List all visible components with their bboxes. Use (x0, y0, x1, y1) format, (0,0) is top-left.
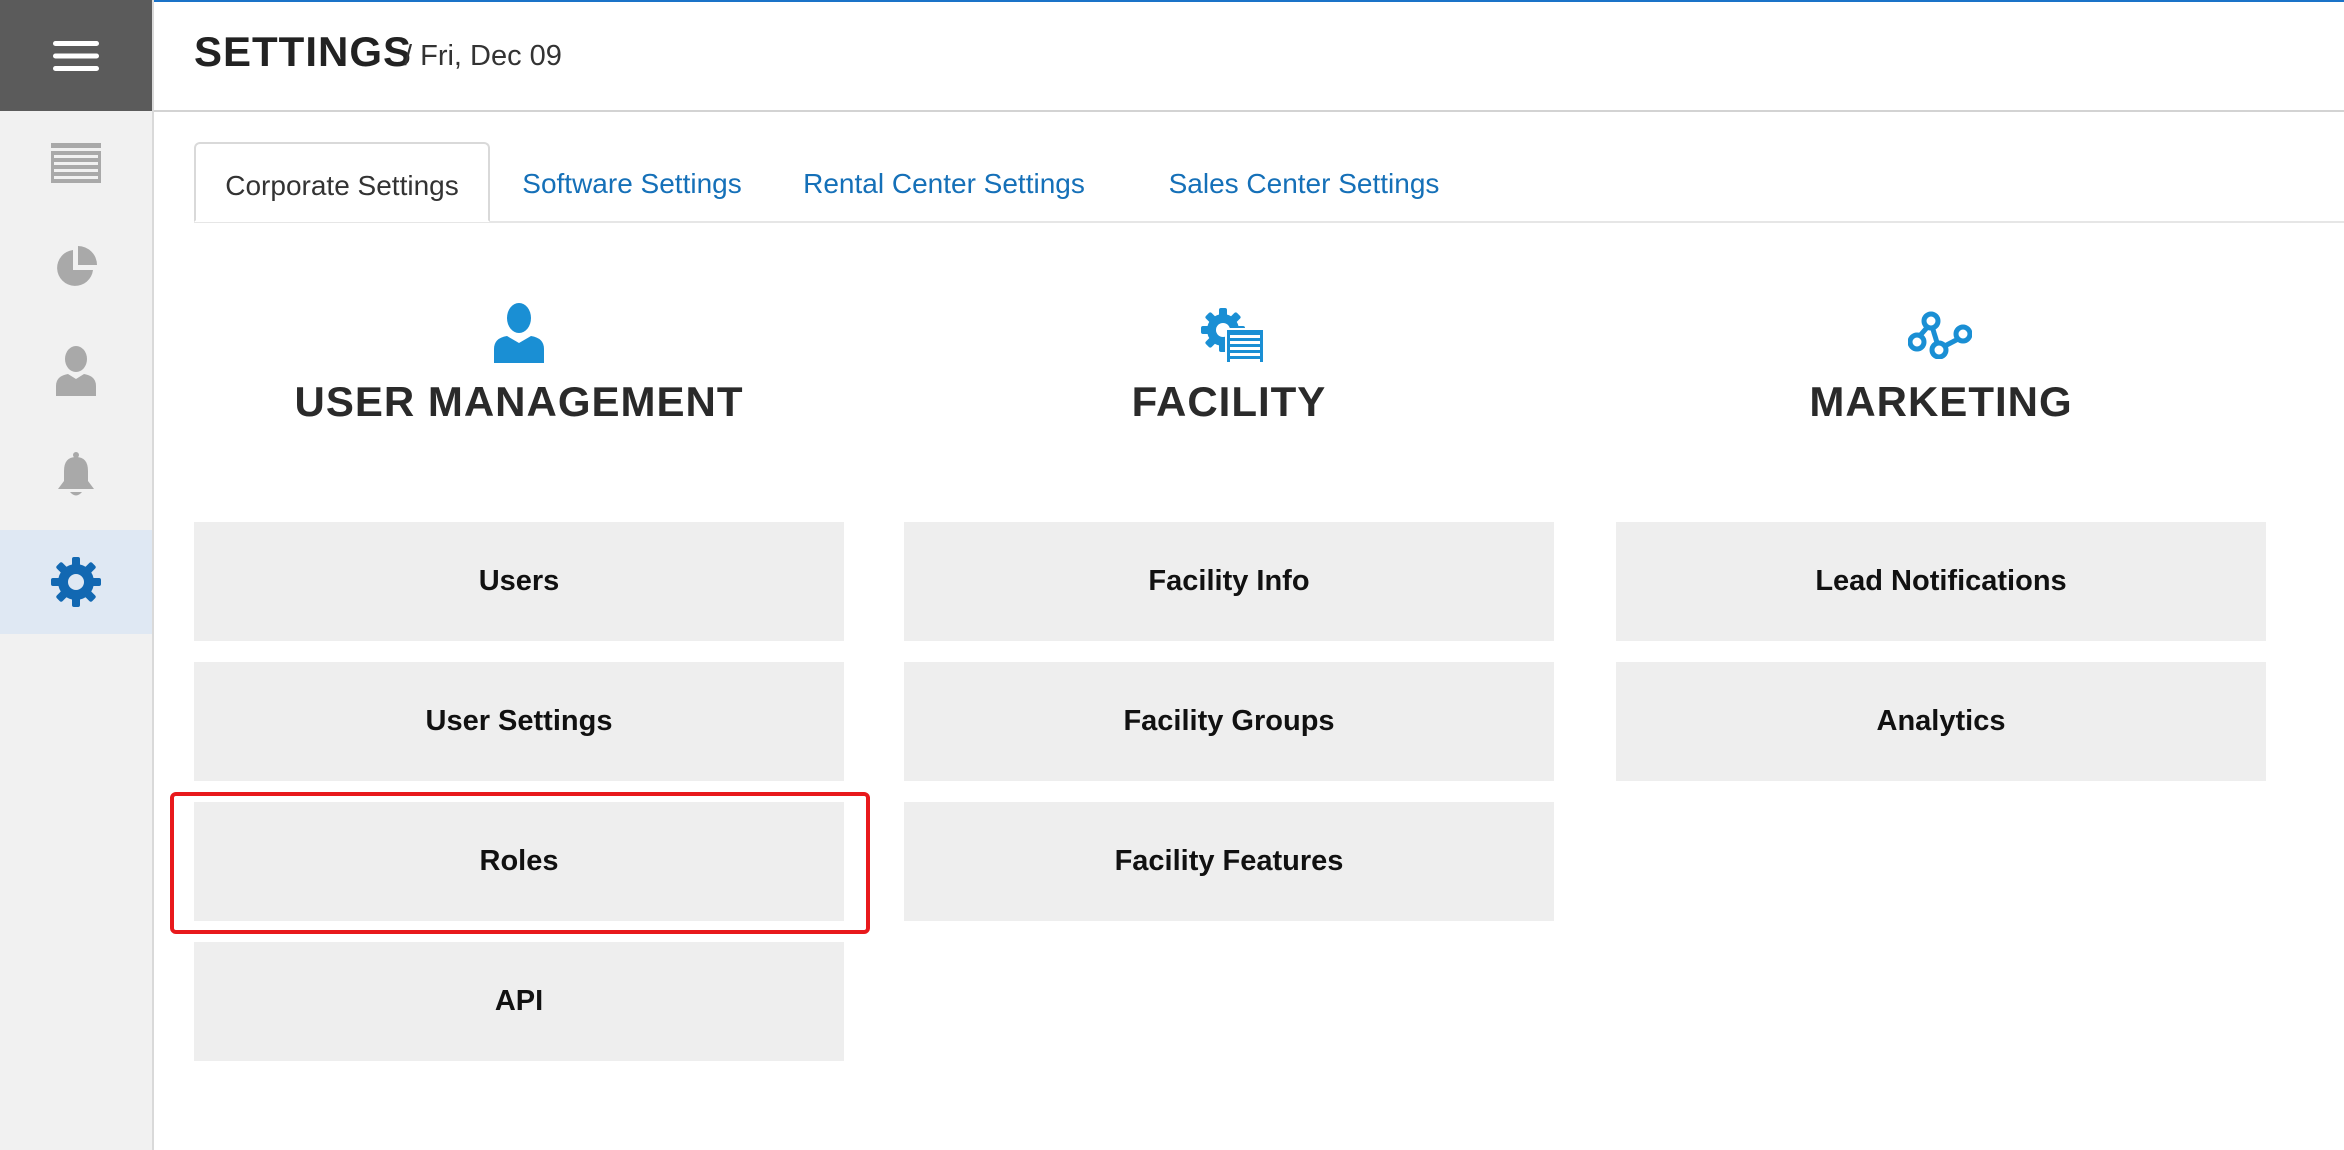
tab-software-settings[interactable]: Software Settings (512, 142, 752, 222)
user-icon (56, 346, 96, 396)
marketing-section-icon (1908, 310, 1972, 360)
tab-sales-center-settings[interactable]: Sales Center Settings (1154, 142, 1454, 222)
roles-button[interactable]: Roles (194, 802, 844, 921)
gear-icon (51, 557, 101, 607)
facility-section-icon (1198, 306, 1264, 362)
sidebar-item-storage[interactable] (0, 111, 152, 215)
api-button[interactable]: API (194, 942, 844, 1061)
network-nodes-icon (1908, 311, 1972, 359)
page-header: SETTINGS / Fri, Dec 09 (154, 0, 2344, 112)
facility-gear-icon (1201, 308, 1263, 362)
sidebar-item-settings[interactable] (0, 530, 152, 634)
tab-rental-center-settings[interactable]: Rental Center Settings (784, 142, 1104, 222)
facility-features-button[interactable]: Facility Features (904, 802, 1554, 921)
section-title-marketing: MARKETING (1809, 378, 2073, 425)
page-title: SETTINGS (194, 28, 413, 75)
pie-chart-icon (57, 246, 97, 286)
tab-corporate-settings[interactable]: Corporate Settings (194, 142, 490, 222)
user-management-user-icon (494, 302, 544, 364)
settings-tabs: Corporate Settings Software Settings Ren… (194, 142, 2344, 223)
section-title-user-management: USER MANAGEMENT (294, 378, 744, 425)
storage-unit-icon (51, 143, 101, 183)
facility-groups-button[interactable]: Facility Groups (904, 662, 1554, 781)
user-icon (494, 303, 544, 363)
page-date: / Fri, Dec 09 (404, 40, 562, 72)
facility-info-button[interactable]: Facility Info (904, 522, 1554, 641)
lead-notifications-button[interactable]: Lead Notifications (1616, 522, 2266, 641)
sidebar-item-notifications[interactable] (0, 423, 152, 527)
hamburger-icon (53, 40, 99, 71)
section-title-facility: FACILITY (1131, 378, 1327, 425)
menu-button[interactable] (0, 0, 152, 111)
bell-icon (58, 452, 94, 496)
users-button[interactable]: Users (194, 522, 844, 641)
sidebar-item-users[interactable] (0, 319, 152, 423)
analytics-button[interactable]: Analytics (1616, 662, 2266, 781)
sidebar (0, 0, 154, 1150)
user-settings-button[interactable]: User Settings (194, 662, 844, 781)
sidebar-item-reports[interactable] (0, 215, 152, 319)
